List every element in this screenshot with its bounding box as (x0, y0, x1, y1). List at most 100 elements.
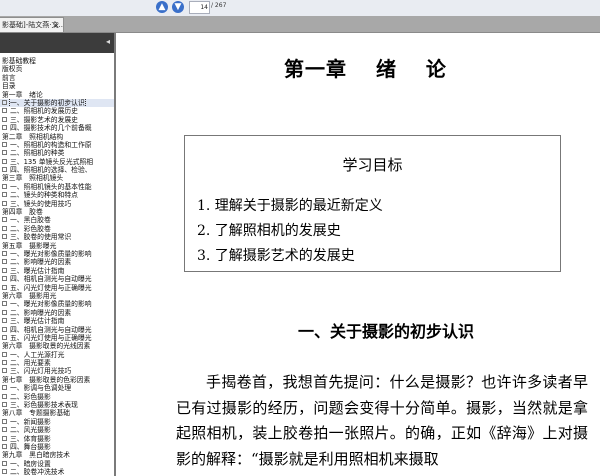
bookmark-chapter[interactable]: 第六章 摄影用光 (0, 292, 114, 300)
bookmark-label: 第八章 专题摄影基础 (2, 409, 70, 418)
bookmark-chapter[interactable]: 影基础教程 (0, 57, 114, 65)
bookmark-page-icon (2, 108, 7, 114)
learning-goal-item: 3. 了解摄影艺术的发展史 (197, 248, 355, 264)
bookmark-label: 二、风光摄影 (10, 426, 51, 435)
bookmark-page-icon (2, 259, 7, 265)
next-page-button[interactable]: ▼ (172, 1, 184, 13)
bookmark-item[interactable]: 四、舞台摄影 (0, 443, 114, 451)
bookmark-item[interactable]: 三、彩色摄影技术表现 (0, 401, 114, 409)
bookmark-label: 一、照相机镜头的基本性能 (10, 182, 92, 191)
bookmark-label: 第一章 绪论 (2, 90, 43, 99)
bookmark-item[interactable]: 一、曝光对影像质量的影响 (0, 250, 114, 258)
bookmark-label: 三、彩色摄影技术表现 (10, 401, 78, 410)
page-total-label: / 267 (211, 2, 227, 9)
bookmark-item[interactable]: 三、闪光灯用光技巧 (0, 367, 114, 375)
bookmark-item[interactable]: 二、彩色摄影 (0, 393, 114, 401)
bookmark-label: 第四章 胶卷 (2, 208, 43, 217)
bookmark-item[interactable]: 一、曝光对影像质量的影响 (0, 300, 114, 308)
bookmark-page-icon (2, 469, 7, 475)
bookmark-label: 一、曝光对影像质量的影响 (10, 300, 92, 309)
bookmark-label: 五、闪光灯使用与正确曝光 (10, 333, 92, 342)
bookmark-item[interactable]: 二、镜头的种类和特点 (0, 191, 114, 199)
previous-page-button[interactable]: ▲ (156, 1, 168, 13)
bookmark-label: 一、新闻摄影 (10, 417, 51, 426)
bookmark-item[interactable]: 四、摄影技术的几个前备概 (0, 124, 114, 132)
bookmark-chapter[interactable]: 第七章 摄影取景的色彩因素 (0, 376, 114, 384)
learning-goal-item: 2. 了解照相机的发展史 (197, 223, 341, 239)
bookmark-page-icon (2, 427, 7, 433)
bookmark-label: 第二章 照相机结构 (2, 132, 64, 141)
bookmark-label: 三、闪光灯用光技巧 (10, 367, 72, 376)
bookmark-page-icon (2, 284, 7, 290)
bookmark-page-icon (2, 192, 7, 198)
bookmark-label: 四、舞台摄影 (10, 442, 51, 451)
bookmark-chapter[interactable]: 第五章 摄影曝光 (0, 242, 114, 250)
bookmark-chapter[interactable]: 目录 (0, 82, 114, 90)
bookmark-page-icon (2, 460, 7, 466)
bookmark-page-icon (2, 334, 7, 340)
bookmark-item[interactable]: 四、照相机的选择、检验、 (0, 166, 114, 174)
bookmark-label: 四、相机自测光与自动曝光 (10, 275, 92, 284)
collapse-arrow-icon[interactable]: ◂ (106, 38, 110, 46)
bookmark-page-icon (2, 116, 7, 122)
bookmark-item[interactable]: 一、暗房设置 (0, 460, 114, 468)
bookmark-chapter[interactable]: 第一章 绪论 (0, 91, 114, 99)
bookmark-item[interactable]: 二、风光摄影 (0, 426, 114, 434)
bookmark-item[interactable]: 一、新闻摄影 (0, 418, 114, 426)
bookmark-chapter[interactable]: 第三章 照相机镜头 (0, 174, 114, 182)
bookmark-label: 一、影调与色调处理 (10, 384, 72, 393)
bookmark-item[interactable]: 二、胶卷冲洗技术 (0, 468, 114, 476)
bookmark-item[interactable]: 三、135 单镜头反光式照相 (0, 158, 114, 166)
bookmark-item[interactable]: 五、闪光灯使用与正确曝光 (0, 334, 114, 342)
bookmark-item[interactable]: 三、体育摄影 (0, 435, 114, 443)
bookmark-item[interactable]: 三、镜头的使用技巧 (0, 200, 114, 208)
body-paragraph: 手揭卷首，我想首先提问：什么是摄影？也许许多读者早已有过摄影的经历，问题会变得十… (176, 373, 588, 468)
bookmark-page-icon (2, 360, 7, 366)
bookmark-chapter[interactable]: 第八章 专题摄影基础 (0, 409, 114, 417)
bookmark-item[interactable]: 五、闪光灯使用与正确曝光 (0, 284, 114, 292)
bookmark-label: 二、照相机的发展历史 (10, 107, 78, 116)
bookmark-item[interactable]: 三、胶卷的使用常识 (0, 233, 114, 241)
bookmark-label: 三、曝光估计指南 (10, 266, 65, 275)
bookmark-label: 第三章 照相机镜头 (2, 174, 64, 183)
page-number-input[interactable]: 14 (189, 1, 210, 14)
bookmark-label: 三、曝光估计指南 (10, 317, 65, 326)
learning-goal-item: 1. 理解关于摄影的最近新定义 (197, 198, 383, 214)
bookmark-tree: 影基础教程 版权页 前言 目录 第一章 绪论 一、关于摄影的初步认识 二、照相机的发展历史三… (0, 53, 114, 476)
bookmark-item[interactable]: 一、影调与色调处理 (0, 384, 114, 392)
bookmark-page-icon (2, 99, 7, 105)
close-icon[interactable]: × (53, 22, 61, 30)
bookmark-chapter[interactable]: 第二章 照相机结构 (0, 133, 114, 141)
bookmark-item[interactable]: 一、照相机的构造和工作原 (0, 141, 114, 149)
bookmarks-sidebar: ◂ 影基础教程 版权页 前言 目录 第一章 绪论 一、关于摄影的初步认识 二、照相机的发展历… (0, 33, 116, 476)
bookmark-item[interactable]: 二、影响曝光的因素 (0, 309, 114, 317)
bookmark-item[interactable]: 四、相机自测光与自动曝光 (0, 275, 114, 283)
document-tab[interactable]: 影基础]-陆文燕·文.. × (0, 17, 64, 32)
bookmark-item[interactable]: 一、照相机镜头的基本性能 (0, 183, 114, 191)
bookmark-chapter[interactable]: 第四章 胶卷 (0, 208, 114, 216)
bookmark-chapter[interactable]: 版权页 (0, 65, 114, 73)
bookmark-chapter[interactable]: 第六章 摄影取景的光线因素 (0, 342, 114, 350)
bookmark-item[interactable]: 二、照相机的种类 (0, 149, 114, 157)
bookmark-item[interactable]: 三、曝光估计指南 (0, 267, 114, 275)
bookmark-page-icon (2, 435, 7, 441)
bookmark-item[interactable]: 一、人工光源打光 (0, 351, 114, 359)
bookmark-item[interactable]: 一、黑白胶卷 (0, 216, 114, 224)
bookmark-label: 一、曝光对影像质量的影响 (10, 249, 92, 258)
bookmark-label: 三、体育摄影 (10, 434, 51, 443)
bookmark-item[interactable]: 四、相机自测光与自动曝光 (0, 326, 114, 334)
bookmark-item[interactable]: 二、照相机的发展历史 (0, 107, 114, 115)
bookmark-label: 二、照相机的种类 (10, 149, 65, 158)
bookmark-page-icon (2, 200, 7, 206)
bookmark-item[interactable]: 二、用光要素 (0, 359, 114, 367)
bookmark-item[interactable]: 三、摄影艺术的发展史 (0, 116, 114, 124)
bookmark-item[interactable]: 三、曝光估计指南 (0, 317, 114, 325)
bookmark-item[interactable]: 二、影响曝光的因素 (0, 258, 114, 266)
bookmark-chapter[interactable]: 前言 (0, 74, 114, 82)
sidebar-header: ◂ (0, 33, 114, 53)
bookmark-label: 二、影响曝光的因素 (10, 258, 72, 267)
bookmark-item[interactable]: 一、关于摄影的初步认识 (0, 98, 114, 108)
bookmark-item[interactable]: 二、彩色胶卷 (0, 225, 114, 233)
bookmark-label: 四、相机自测光与自动曝光 (10, 325, 92, 334)
bookmark-chapter[interactable]: 第九章 黑白暗房技术 (0, 451, 114, 459)
